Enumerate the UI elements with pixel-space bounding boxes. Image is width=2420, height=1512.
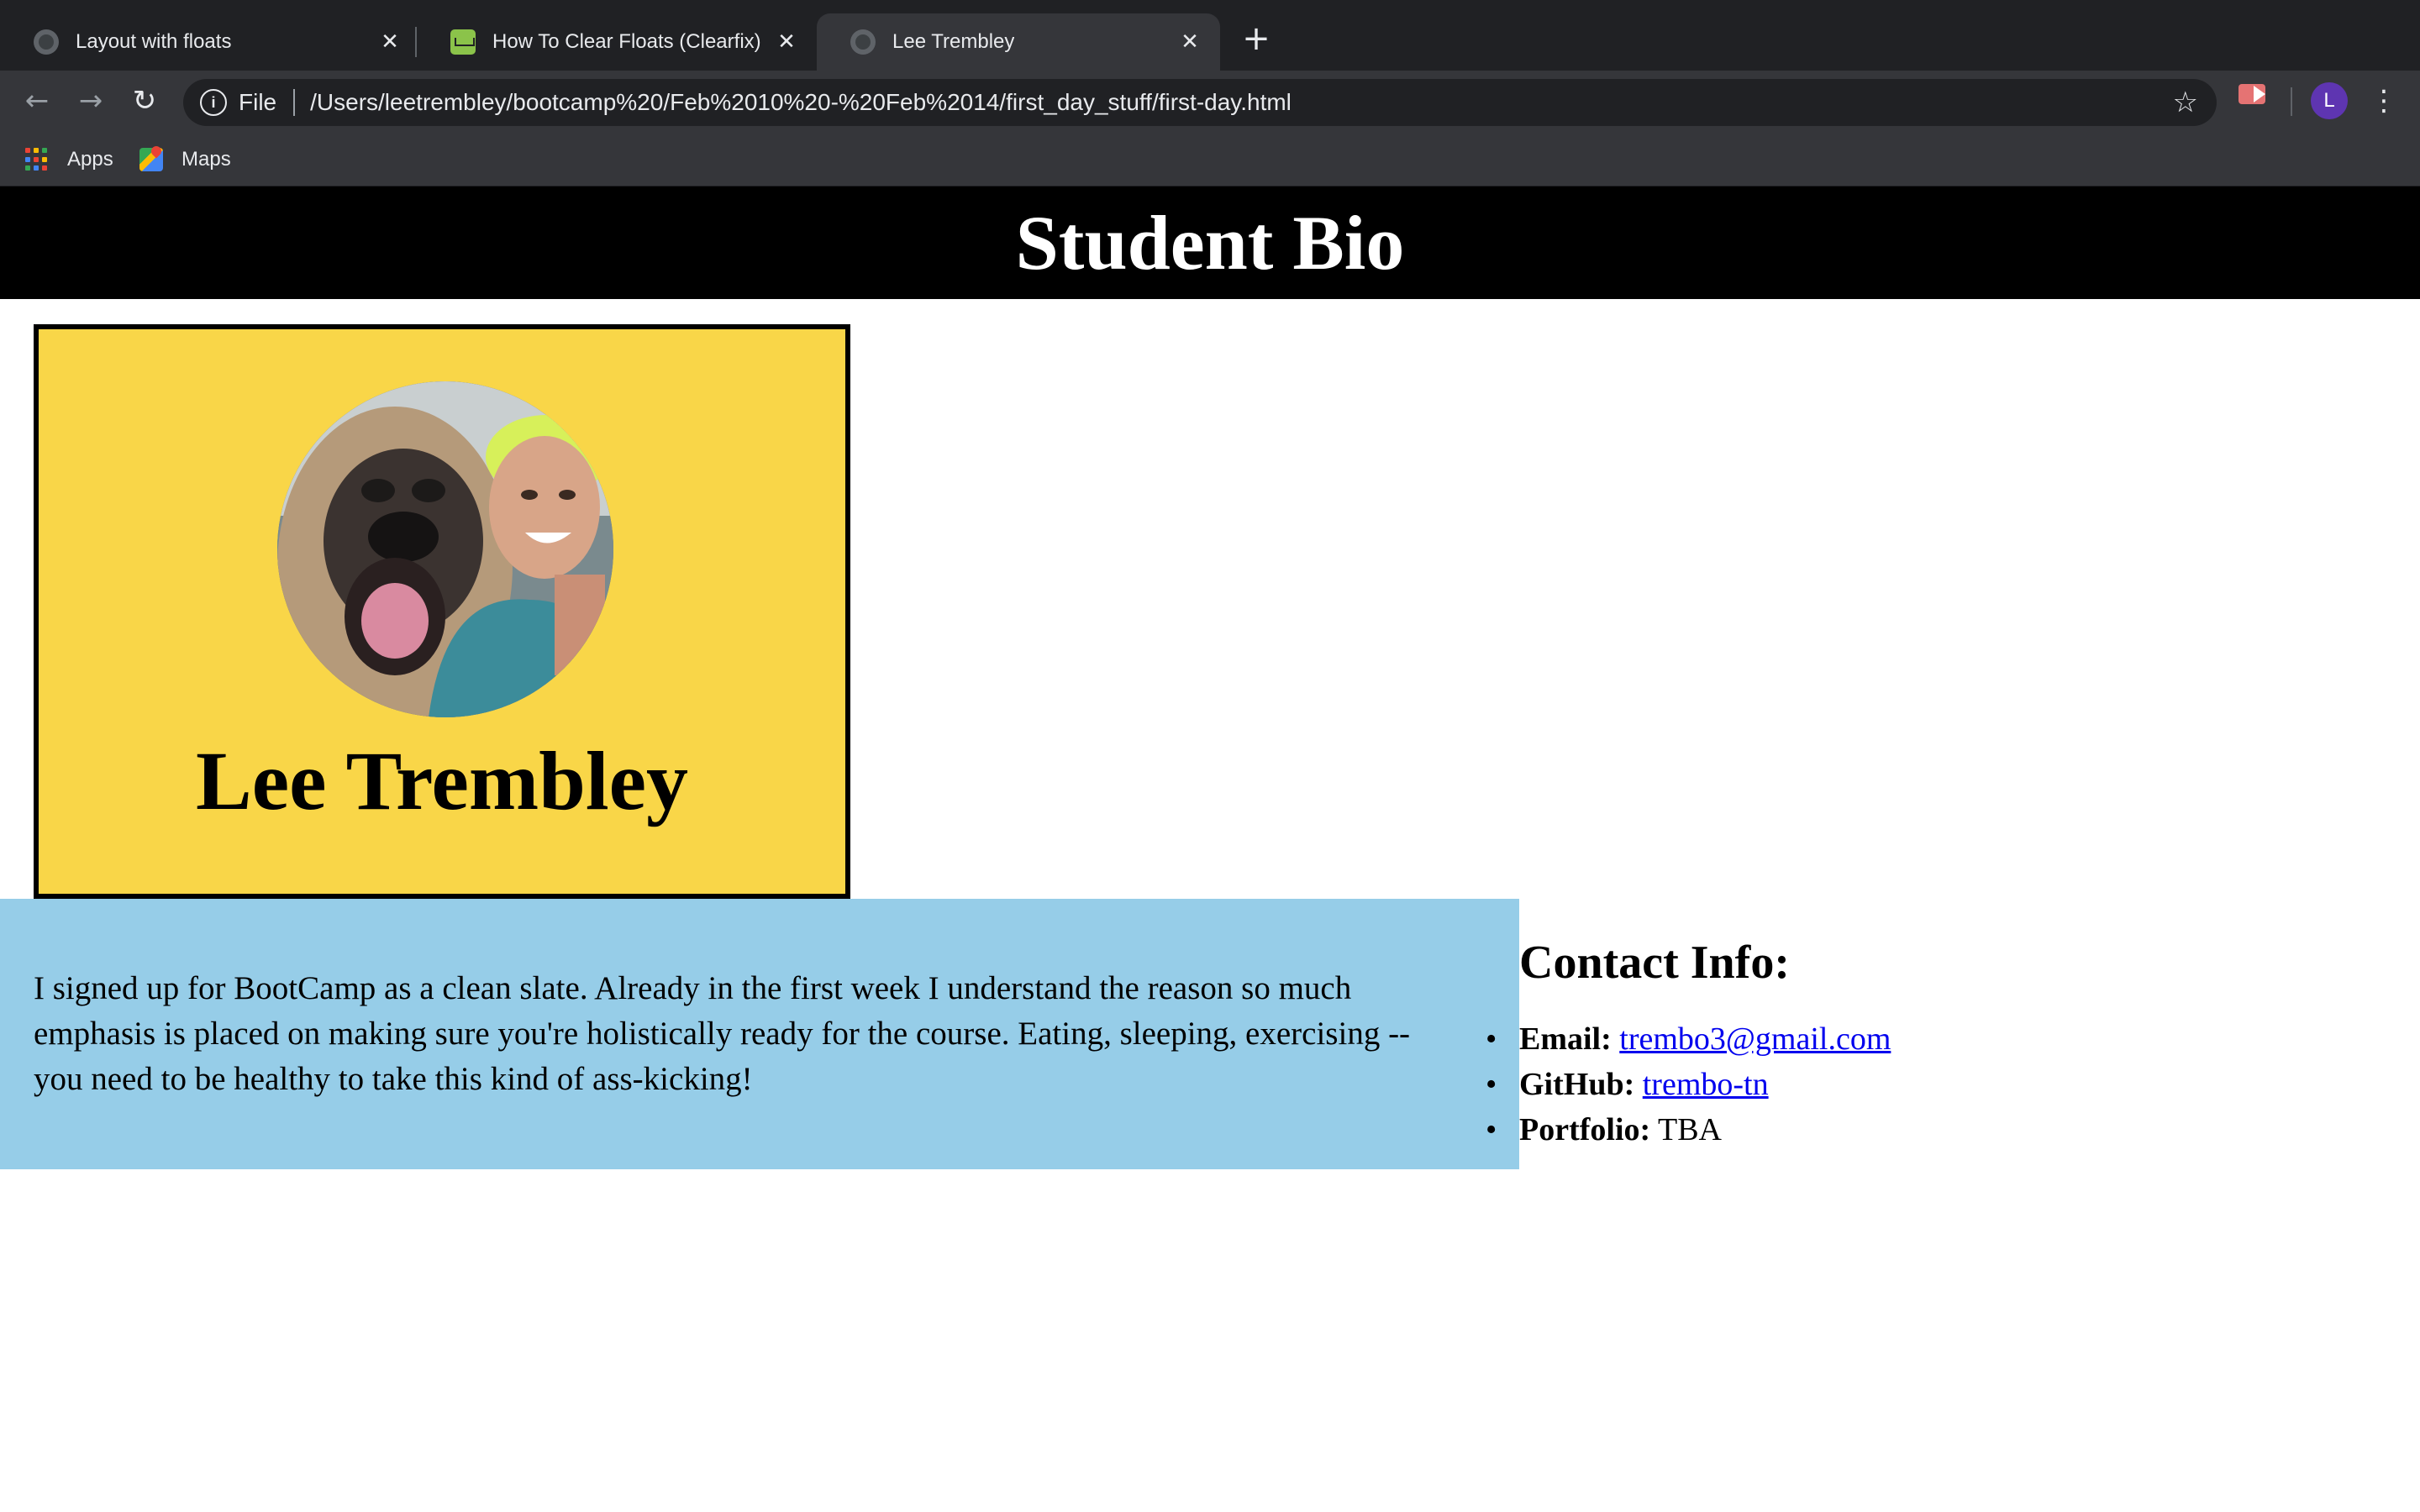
contact-section: Contact Info: • Email: trembo3@gmail.com… [1486,916,2275,1152]
bookmark-label: Apps [67,148,113,171]
file-scheme-label: File [239,89,277,115]
contact-label: Email: [1519,1021,1612,1057]
bullet-icon: • [1486,1021,1497,1057]
student-name: Lee Trembley [196,734,688,827]
extension-icon[interactable] [2238,84,2265,104]
back-button[interactable]: ← [18,82,55,119]
info-icon[interactable]: i [200,89,227,116]
globe-icon [850,29,876,55]
bookmark-star-icon[interactable]: ☆ [2173,86,2198,119]
address-divider [293,89,296,116]
contact-item-email: • Email: trembo3@gmail.com [1486,1016,2275,1062]
bookmark-label: Maps [182,148,231,171]
bio-text: I signed up for BootCamp as a clean slat… [34,970,1411,1097]
globe-icon [34,29,59,55]
contact-item-portfolio: • Portfolio: TBA [1486,1107,2275,1152]
contact-heading: Contact Info: [1519,937,1790,989]
bullet-icon: • [1486,1112,1497,1147]
tab-lee-trembley[interactable]: Lee Trembley ✕ [817,13,1220,71]
tab-strip: Layout with floats ✕ How To Clear Floats… [0,0,2420,71]
profile-photo [277,381,613,717]
contact-item-github: • GitHub: trembo-tn [1486,1062,2275,1107]
maps-icon [139,148,163,171]
contact-label: GitHub: [1519,1067,1635,1102]
bullet-icon: • [1486,1067,1497,1102]
page-header: Student Bio [0,186,2420,299]
forward-button[interactable]: → [72,82,109,119]
w3schools-icon [450,29,476,55]
toolbar-divider [2291,87,2292,116]
url-text[interactable]: /Users/leetrembley/bootcamp%20/Feb%2010%… [310,89,1292,116]
github-link[interactable]: trembo-tn [1643,1067,1769,1102]
bio-section: I signed up for BootCamp as a clean slat… [0,899,1519,1169]
contact-list: • Email: trembo3@gmail.com • GitHub: tre… [1486,1016,2275,1152]
email-link[interactable]: trembo3@gmail.com [1619,1021,1891,1057]
address-bar[interactable]: i File /Users/leetrembley/bootcamp%20/Fe… [183,79,2217,126]
contact-label: Portfolio: [1519,1112,1651,1147]
new-tab-button[interactable]: + [1239,22,1274,57]
browser-toolbar: ← → ↻ i File /Users/leetrembley/bootcamp… [0,71,2420,133]
tab-title: How To Clear Floats (Clearfix) [492,30,761,53]
tab-layout-with-floats[interactable]: Layout with floats ✕ [0,13,420,71]
tab-clear-floats[interactable]: How To Clear Floats (Clearfix) ✕ [417,13,817,71]
bookmarks-bar: Apps Maps [0,133,2420,186]
portfolio-value: TBA [1657,1112,1722,1147]
browser-menu-icon[interactable]: ⋮ [2370,82,2398,119]
reload-button[interactable]: ↻ [126,82,163,119]
close-tab-icon[interactable]: ✕ [375,27,405,57]
close-tab-icon[interactable]: ✕ [771,27,802,57]
page-title: Student Bio [1015,200,1405,286]
bookmark-apps[interactable]: Apps [25,143,113,176]
profile-card: Lee Trembley [34,324,850,899]
bookmark-maps[interactable]: Maps [139,143,231,176]
tab-title: Layout with floats [76,30,232,53]
tab-title: Lee Trembley [892,30,1015,53]
profile-avatar[interactable]: L [2311,82,2348,119]
apps-grid-icon [25,148,49,171]
close-tab-icon[interactable]: ✕ [1175,27,1205,57]
